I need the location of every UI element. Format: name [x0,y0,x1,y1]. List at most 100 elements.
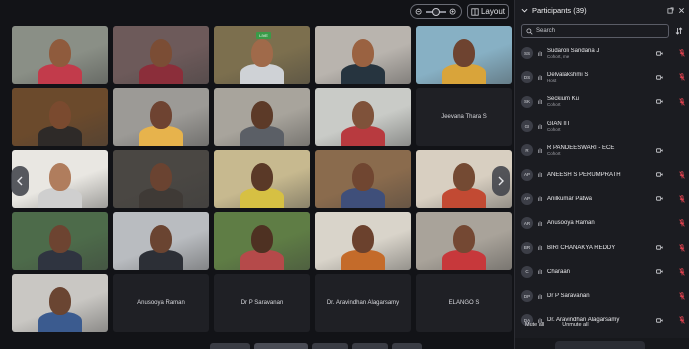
participant-row[interactable]: BR BIRI CHANAKYA REDDY [521,235,685,259]
participant-row[interactable]: R R PANDEESWARI - ECE Cohort [521,138,685,162]
participant-role: Cohort [547,150,561,156]
avatar: BR [521,241,533,254]
raise-hand-icon [538,269,542,275]
participant-name: Anilkumar Patwa [547,195,593,202]
participant-video-tile[interactable] [416,212,512,270]
control-button[interactable] [254,343,308,349]
participant-video-tile[interactable] [113,88,209,146]
control-button[interactable] [210,343,250,349]
participant-row[interactable]: DS Delvalakshmi S Host [521,65,685,89]
previous-page-button[interactable] [11,166,29,196]
control-button[interactable] [392,343,422,349]
participant-name-block: Anusooya Raman [547,220,652,226]
participant-video-tile[interactable] [113,26,209,84]
participant-face [150,101,172,129]
camera-icon[interactable] [656,51,663,56]
camera-icon[interactable] [656,269,663,274]
control-button[interactable] [352,343,388,349]
participant-row[interactable]: SS Sudaroli Sandana J Cohort, me [521,41,685,65]
participant-row[interactable]: GI GIAN IIT Cohort [521,114,685,138]
panel-bottom-pill[interactable] [555,341,645,349]
mic-muted-icon[interactable] [679,219,685,227]
participant-role: Cohort [547,126,561,132]
pop-out-icon[interactable] [667,6,674,14]
mic-muted-icon[interactable] [679,292,685,300]
gallery-zoom-slider[interactable] [410,4,462,19]
camera-icon[interactable] [656,75,663,80]
participant-row[interactable]: DP Dr P Saravanan [521,284,685,308]
participant-video-tile[interactable] [12,212,108,270]
participant-video-tile[interactable] [12,274,108,332]
participant-video-tile[interactable] [113,212,209,270]
participant-video-tile[interactable] [315,212,411,270]
participant-face [453,163,475,191]
participant-list: SS Sudaroli Sandana J Cohort, me DS Delvalak… [521,41,685,333]
raise-hand-icon [538,245,542,251]
close-icon[interactable] [678,7,685,14]
participant-row[interactable]: AP Anilkumar Patwa [521,187,685,211]
camera-icon[interactable] [656,318,663,323]
avatar: GI [521,120,533,133]
mic-muted-icon[interactable] [679,49,685,57]
tile-participant-name: Dr. Aravindhan Alagarsamy [326,300,400,306]
participant-name-tile[interactable]: Jeevana Thara S [416,88,512,146]
participant-search-input[interactable]: Search [521,24,669,38]
participant-video-tile[interactable] [315,88,411,146]
participant-row[interactable]: AR Anusooya Raman [521,211,685,235]
participant-row[interactable]: C Charaan [521,260,685,284]
participant-video-tile[interactable] [315,26,411,84]
participant-body [139,64,183,84]
video-grid: LIVE Jeevana Thara S Anusooya Raman Dr P Sa… [12,26,512,340]
participant-video-tile[interactable]: LIVE [214,26,310,84]
mic-muted-icon[interactable] [679,170,685,179]
raise-hand-icon [538,196,542,202]
participant-video-tile[interactable] [113,150,209,208]
zoom-in-icon[interactable] [449,8,457,16]
camera-slot [656,124,663,129]
participant-row[interactable]: SK Seckium Ku Cohort [521,90,685,114]
participant-video-tile[interactable] [214,212,310,270]
camera-icon[interactable] [656,245,663,250]
mic-muted-icon[interactable] [679,268,685,276]
participant-video-tile[interactable] [214,150,310,208]
zoom-knob[interactable] [432,7,440,16]
participant-video-tile[interactable] [416,26,512,84]
participants-panel: Participants (39) Search SS Sudaroli Sand… [514,0,689,349]
sort-icon[interactable] [675,27,683,35]
participant-name-tile[interactable]: Anusooya Raman [113,274,209,332]
next-page-button[interactable] [492,166,510,196]
control-button[interactable] [312,343,348,349]
mic-muted-icon[interactable] [679,97,685,106]
participant-name-tile[interactable]: Dr P Saravanan [214,274,310,332]
mute-all-button[interactable]: Mute all [525,322,544,328]
participant-row[interactable]: DA Dr. Aravindhan Alagarsamy [521,308,685,332]
participant-body [240,64,284,84]
raise-hand-icon [538,293,542,299]
participant-name-tile[interactable]: ELANGO S [416,274,512,332]
raise-hand-icon [538,99,542,105]
camera-icon[interactable] [656,99,663,104]
participant-body [442,250,486,270]
chevron-down-icon[interactable] [521,7,528,14]
camera-icon[interactable] [656,196,663,202]
mic-muted-icon[interactable] [679,73,685,82]
participant-face [352,163,374,191]
participant-video-tile[interactable] [12,26,108,84]
participant-video-tile[interactable] [12,88,108,146]
participant-video-tile[interactable] [315,150,411,208]
unmute-all-button[interactable]: Unmute all [562,322,588,328]
mic-muted-icon[interactable] [679,195,685,203]
mic-muted-icon[interactable] [679,243,685,252]
mic-muted-icon[interactable] [679,316,685,325]
layout-button[interactable]: Layout [467,4,509,19]
participant-face [453,225,475,253]
layout-grid-icon [471,7,479,16]
zoom-out-icon[interactable] [415,8,423,16]
participant-row[interactable]: AP ANEESH S PERUMPRATH [521,162,685,186]
participant-name-tile[interactable]: Dr. Aravindhan Alagarsamy [315,274,411,332]
layout-label: Layout [480,7,506,16]
camera-icon[interactable] [656,148,663,153]
camera-icon[interactable] [656,172,663,177]
participant-video-tile[interactable] [214,88,310,146]
zoom-track[interactable] [426,7,446,16]
